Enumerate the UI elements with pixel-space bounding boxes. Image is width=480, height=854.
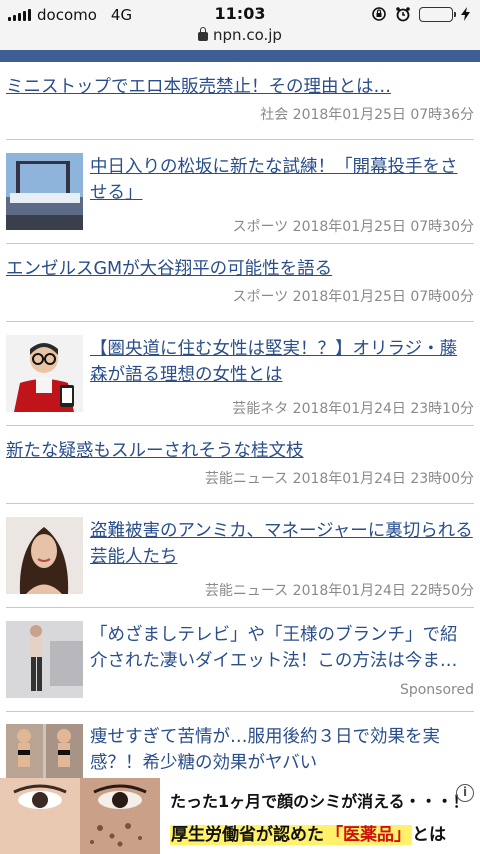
battery-icon: [419, 6, 456, 22]
sponsored-thumbnail[interactable]: [6, 621, 83, 698]
status-bar: docomo 4G 11:03 npn.co.jp: [0, 0, 480, 50]
article-category: 芸能ニュース: [204, 583, 289, 599]
rotation-lock-icon: [372, 7, 386, 21]
ad-image: [0, 778, 160, 854]
ad-highlight-red: 「医薬品」: [325, 825, 412, 845]
article-item[interactable]: 中日入りの松坂に新たな試練！「開幕投手をさせる」 スポーツ 2018年01月25…: [6, 140, 474, 244]
article-title[interactable]: 【圏央道に住む女性は堅実！？】オリラジ・藤森が語る理想の女性とは: [90, 336, 474, 388]
article-item[interactable]: 盗難被害のアンミカ、マネージャーに裏切られる芸能人たち 芸能ニュース 2018年…: [6, 504, 474, 608]
article-thumbnail[interactable]: [6, 153, 83, 230]
article-date: 2018年01月25日 07時36分: [292, 107, 474, 123]
article-date: 2018年01月24日 23時10分: [292, 401, 474, 417]
article-category: 社会: [260, 107, 289, 123]
article-date: 2018年01月24日 23時00分: [292, 471, 474, 487]
article-title[interactable]: エンゼルスGMが大谷翔平の可能性を語る: [6, 256, 474, 282]
site-header-bar: [0, 50, 480, 62]
article-list: ミニストップでエロ本販売禁止！その理由とは… 社会 2018年01月25日 07…: [0, 62, 480, 782]
article-date: 2018年01月25日 07時30分: [292, 219, 474, 235]
article-meta: スポーツ 2018年01月25日 07時00分: [6, 286, 474, 306]
ad-info-icon[interactable]: i: [456, 784, 474, 802]
article-meta: 社会 2018年01月25日 07時36分: [6, 104, 474, 124]
charging-icon: [461, 7, 470, 21]
sponsored-title[interactable]: 痩せすぎて苦情が…服用後約３日で効果を実感？！希少糖の効果がヤバい: [90, 724, 474, 776]
ad-subheadline: 厚生労働省が認めた 「医薬品」とは: [170, 820, 446, 845]
alarm-icon: [396, 7, 410, 22]
article-item[interactable]: ミニストップでエロ本販売禁止！その理由とは… 社会 2018年01月25日 07…: [6, 62, 474, 140]
article-thumbnail[interactable]: [6, 517, 83, 594]
article-item[interactable]: 【圏央道に住む女性は堅実！？】オリラジ・藤森が語る理想の女性とは 芸能ネタ 20…: [6, 322, 474, 426]
article-thumbnail[interactable]: [6, 335, 83, 412]
sponsored-title[interactable]: 「めざましテレビ」や「王様のブランチ」で紹介された凄いダイエット法！この方法は今…: [90, 622, 474, 674]
url-text: npn.co.jp: [213, 26, 282, 44]
article-date: 2018年01月24日 22時50分: [292, 583, 474, 599]
sponsored-item[interactable]: 痩せすぎて苦情が…服用後約３日で効果を実感？！希少糖の効果がヤバい: [6, 712, 474, 782]
article-category: 芸能ネタ: [232, 401, 289, 417]
article-category: 芸能ニュース: [204, 471, 289, 487]
ad-headline: たった1ヶ月で顔のシミが消える・・・！: [170, 792, 469, 811]
article-title[interactable]: ミニストップでエロ本販売禁止！その理由とは…: [6, 74, 474, 100]
sponsored-item[interactable]: 「めざましテレビ」や「王様のブランチ」で紹介された凄いダイエット法！この方法は今…: [6, 608, 474, 712]
ad-highlight-text: 厚生労働省が認めた: [170, 825, 325, 845]
ad-banner[interactable]: たった1ヶ月で顔のシミが消える・・・！ 厚生労働省が認めた 「医薬品」とは i: [0, 778, 480, 854]
article-title[interactable]: 新たな疑惑もスルーされそうな桂文枝: [6, 438, 474, 464]
lock-icon: [198, 27, 209, 41]
article-item[interactable]: エンゼルスGMが大谷翔平の可能性を語る スポーツ 2018年01月25日 07時…: [6, 244, 474, 322]
article-date: 2018年01月25日 07時00分: [292, 289, 474, 305]
status-icons: [371, 6, 470, 22]
article-category: スポーツ: [232, 289, 289, 305]
sponsored-thumbnail[interactable]: [6, 724, 83, 782]
article-title[interactable]: 盗難被害のアンミカ、マネージャーに裏切られる芸能人たち: [90, 518, 474, 570]
article-item[interactable]: 新たな疑惑もスルーされそうな桂文枝 芸能ニュース 2018年01月24日 23時…: [6, 426, 474, 504]
ad-suffix: とは: [412, 825, 446, 845]
article-title[interactable]: 中日入りの松坂に新たな試練！「開幕投手をさせる」: [90, 154, 474, 206]
address-bar[interactable]: npn.co.jp: [0, 26, 480, 44]
article-category: スポーツ: [232, 219, 289, 235]
article-meta: 芸能ニュース 2018年01月24日 23時00分: [6, 468, 474, 488]
